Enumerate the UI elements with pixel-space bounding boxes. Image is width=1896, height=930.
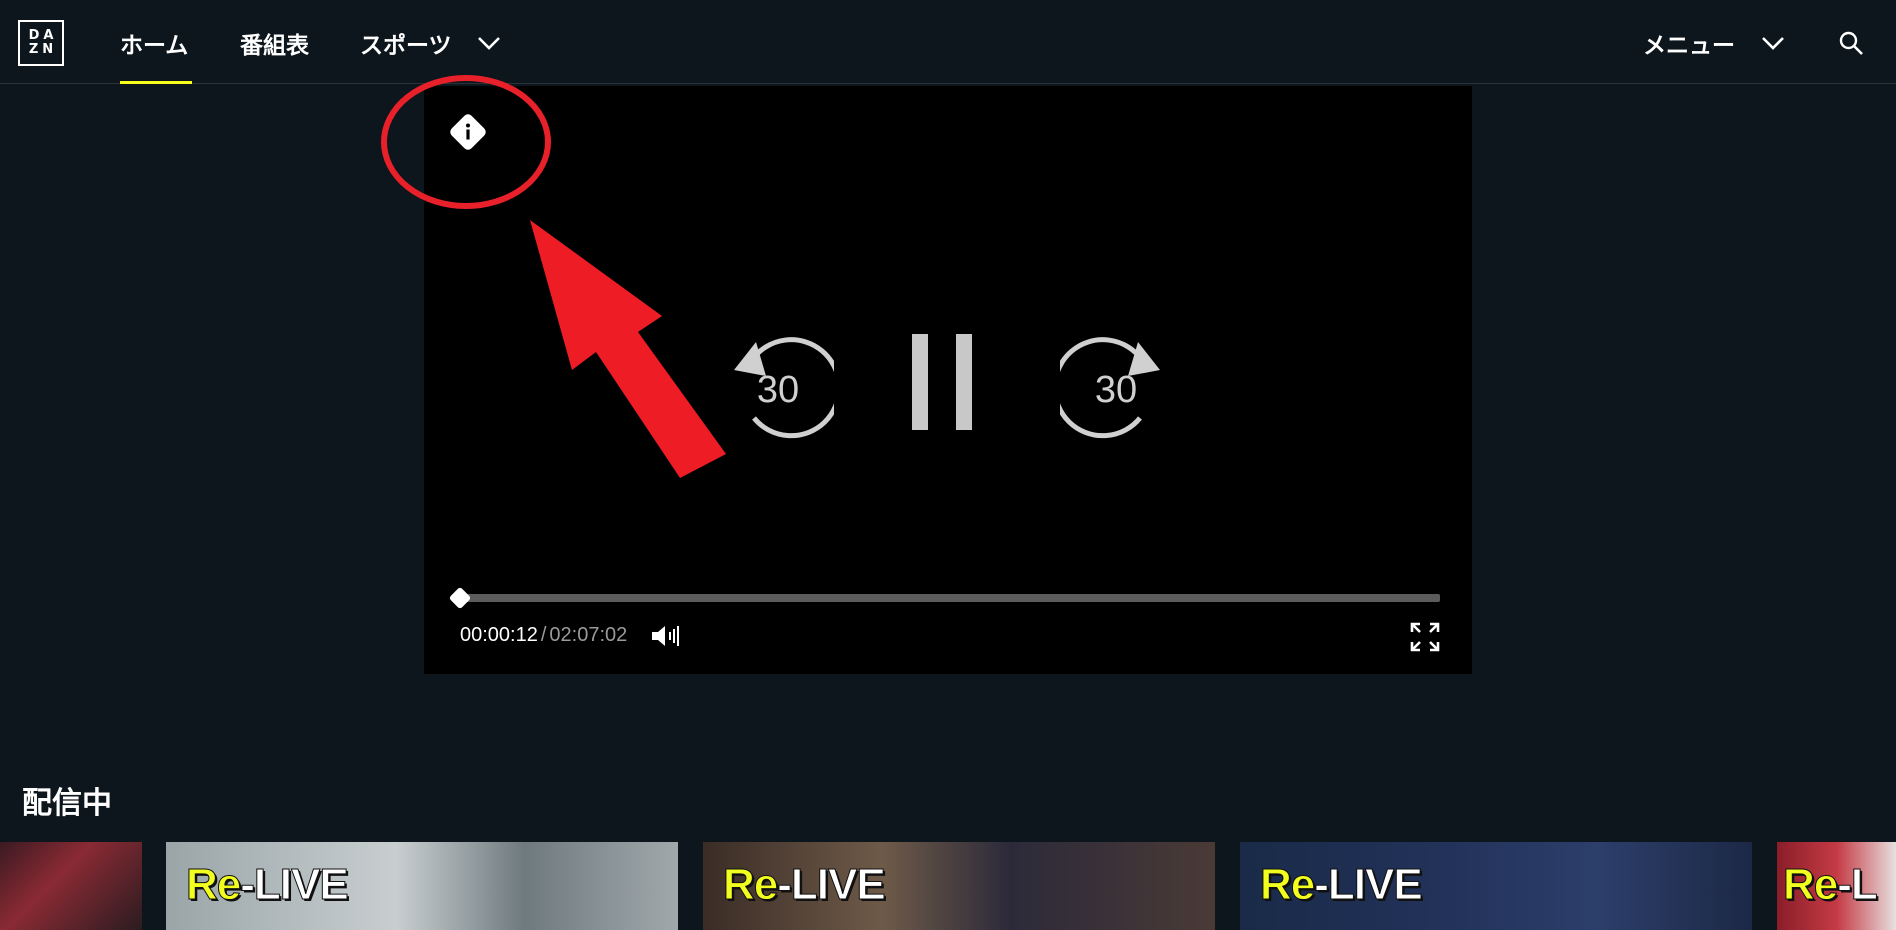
dazn-logo[interactable]: DA ZN xyxy=(18,20,64,66)
section-title: 配信中 xyxy=(22,786,112,821)
pause-icon[interactable] xyxy=(910,334,974,430)
top-nav-bar: DA ZN ホーム 番組表 スポーツ メニュー xyxy=(0,0,1896,84)
fast-forward-icon: 30 xyxy=(1052,337,1160,439)
chevron-down-icon[interactable] xyxy=(1760,30,1786,56)
skip-back-label: 30 xyxy=(757,369,799,411)
menu-button[interactable]: メニュー xyxy=(1643,26,1735,60)
chevron-down-icon[interactable] xyxy=(476,30,502,56)
nav-item-schedule[interactable]: 番組表 xyxy=(240,26,309,60)
video-player[interactable]: 30 30 00:00:12/02:07:02 xyxy=(424,86,1472,674)
nav-item-sports[interactable]: スポーツ xyxy=(360,26,452,60)
progress-handle[interactable] xyxy=(447,585,473,611)
search-icon[interactable] xyxy=(1838,30,1864,56)
skip-back-30-button[interactable]: 30 xyxy=(724,330,842,440)
relive-badge: Re-LIVE xyxy=(1259,860,1423,910)
time-display: 00:00:12/02:07:02 xyxy=(460,624,627,647)
active-nav-underline xyxy=(120,81,192,84)
info-icon[interactable] xyxy=(446,110,490,154)
content-rail: Re-LIVE Re-LIVE Re-LIVE Re-L xyxy=(0,842,1896,930)
time-separator: / xyxy=(540,624,547,646)
relive-badge: Re-L xyxy=(1782,860,1878,910)
current-time: 00:00:12 xyxy=(460,624,538,646)
logo-line-2: ZN xyxy=(28,42,58,57)
content-tile[interactable] xyxy=(0,842,142,930)
duration: 02:07:02 xyxy=(549,624,628,646)
content-tile[interactable]: Re-LIVE xyxy=(166,842,678,930)
relive-badge: Re-LIVE xyxy=(722,860,886,910)
nav-item-home[interactable]: ホーム xyxy=(120,26,188,60)
logo-line-1: DA xyxy=(28,28,58,43)
content-tile[interactable]: Re-L xyxy=(1777,842,1896,930)
progress-bar[interactable] xyxy=(460,594,1440,602)
content-tile[interactable]: Re-LIVE xyxy=(1240,842,1752,930)
content-tile[interactable]: Re-LIVE xyxy=(703,842,1215,930)
volume-icon[interactable] xyxy=(650,622,682,650)
relive-badge: Re-LIVE xyxy=(185,860,349,910)
fullscreen-icon[interactable] xyxy=(1410,622,1440,652)
rewind-icon: 30 xyxy=(734,337,842,439)
skip-forward-label: 30 xyxy=(1095,369,1137,411)
skip-forward-30-button[interactable]: 30 xyxy=(1052,330,1170,440)
